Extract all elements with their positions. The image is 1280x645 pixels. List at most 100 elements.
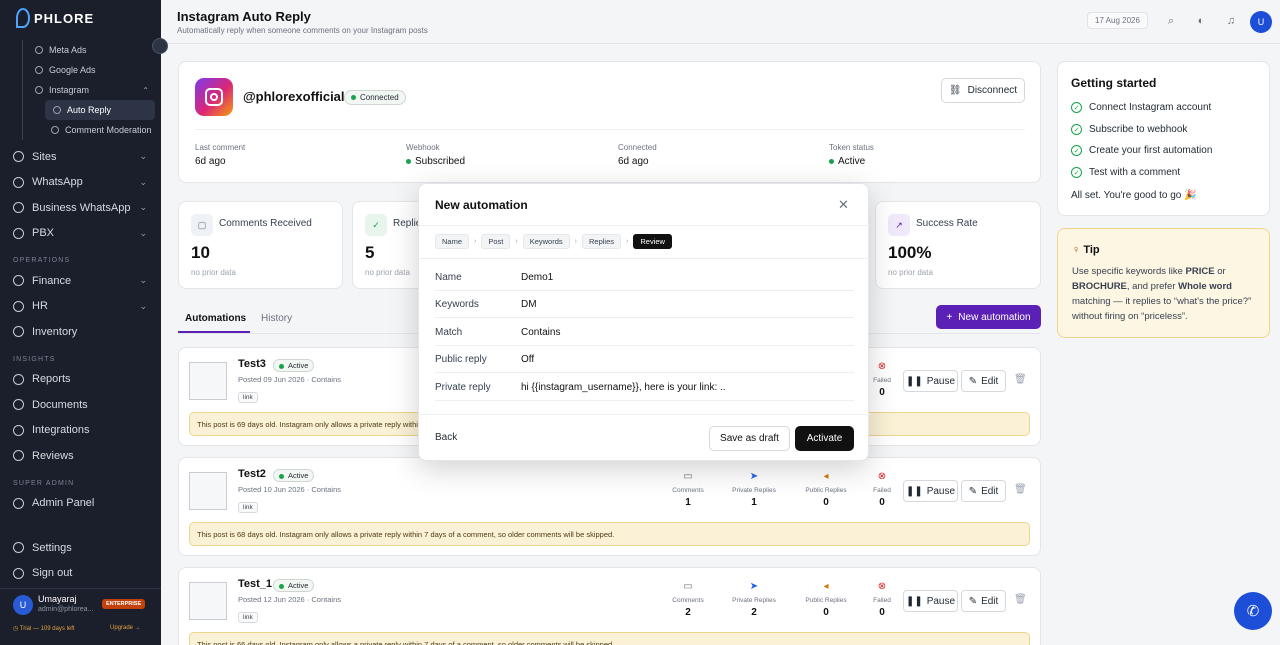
shield-icon [51,126,59,134]
status-badge: Active [273,359,315,372]
pause-button[interactable]: ❚❚ Pause [903,480,958,502]
trash-icon[interactable]: 🗑 [1014,484,1027,495]
avatar[interactable]: U [1250,11,1272,33]
sidebar-item-admin-panel[interactable]: Admin Panel [0,491,161,517]
close-icon[interactable]: ✕ [838,197,849,213]
trend-icon: ↗ [888,214,910,236]
plan-badge: ENTERPRISE [102,599,146,609]
nav-main: Sites ⌄ WhatsApp ⌄ Business WhatsApp ⌄ PBX ⌄… [0,144,161,516]
sidebar-item-comment-moderation[interactable]: Comment Moderation [23,120,155,140]
metric-card-success: ↗ Success Rate 100% no prior data [875,201,1041,289]
post-thumbnail[interactable] [189,472,227,510]
step-review[interactable]: Review [633,234,672,249]
trash-icon[interactable]: 🗑 [1014,374,1027,385]
post-thumbnail[interactable] [189,362,227,400]
sidebar-item-hr[interactable]: HR ⌄ [0,294,161,320]
sidebar-item-integrations[interactable]: Integrations [0,418,161,444]
tip-body: Use specific keywords like PRICE or BROC… [1072,266,1252,322]
step-name[interactable]: Name [435,234,470,249]
stat-label: Last comment [195,143,246,152]
tab-indicator [178,331,250,333]
brand-name: PHLORE [34,10,95,26]
pause-button[interactable]: ❚❚ Pause [903,590,958,612]
edit-button[interactable]: ✎ Edit [961,590,1006,612]
step-replies[interactable]: Replies [582,234,622,249]
search-icon[interactable]: ⌕ [1165,15,1177,27]
save-draft-button[interactable]: Save as draft [709,426,790,451]
checklist-item: ✓ Subscribe to webhook [1071,124,1187,135]
sidebar-item-auto-reply[interactable]: Auto Reply [45,100,155,120]
step-keywords[interactable]: Keywords [522,234,570,249]
activate-button[interactable]: Activate [795,426,854,451]
upgrade-link[interactable]: Upgrade → [110,625,141,631]
pause-button[interactable]: ❚❚ Pause [903,370,958,392]
section-operations: OPERATIONS [13,257,71,264]
posted-info: Posted 10 Jun 2026 · Contains [238,485,341,494]
bell-icon[interactable]: ♫ [1225,15,1237,27]
sidebar-item-google-ads[interactable]: Google Ads [23,60,155,80]
sidebar-item-settings[interactable]: Settings [0,535,161,561]
disconnect-button[interactable]: ⛓ Disconnect [941,78,1025,103]
link-icon [13,424,24,436]
stat-label: Webhook [406,143,440,152]
sidebar-item-business-whatsapp[interactable]: Business WhatsApp ⌄ [0,195,161,221]
moon-icon[interactable]: ◐ [1195,15,1207,27]
date-pill: 17 Aug 2026 [1087,12,1148,29]
status-badge: Connected [344,90,406,105]
chevron-down-icon: ⌄ [139,151,147,162]
meta-icon [35,46,43,54]
posted-info: Posted 12 Jun 2026 · Contains [238,595,341,604]
check-icon: ✓ [1071,102,1082,113]
tab-history[interactable]: History [261,313,292,324]
marketing-submenu: Meta Ads Google Ads Instagram ⌃ Auto Repl… [22,40,155,140]
user-box[interactable]: U Umayaraj admin@phlorea... ENTERPRISE ◷… [0,588,161,645]
user-email: admin@phlorea... [38,606,94,613]
post-link[interactable]: link [238,502,258,513]
sidebar-item-whatsapp[interactable]: WhatsApp ⌄ [0,170,161,196]
sidebar-item-sites[interactable]: Sites ⌄ [0,144,161,170]
brand-logo[interactable]: PHLORE [16,8,94,28]
chevron-down-icon: ⌄ [139,202,147,213]
divider [419,225,870,226]
sidebar-item-documents[interactable]: Documents [0,392,161,418]
trend-icon [13,373,24,385]
topbar: Instagram Auto Reply Automatically reply… [161,0,1280,44]
trash-icon[interactable]: 🗑 [1014,594,1027,605]
sidebar-collapse-button[interactable] [152,38,168,54]
post-link[interactable]: link [238,612,258,623]
sidebar-item-pbx[interactable]: PBX ⌄ [0,221,161,247]
phone-fab-button[interactable]: ✆ [1234,592,1272,630]
post-thumbnail[interactable] [189,582,227,620]
chevron-down-icon: ⌄ [139,300,147,311]
step-post[interactable]: Post [481,234,511,249]
new-automation-button[interactable]: + New automation [936,305,1041,329]
message-icon [53,106,61,114]
all-set-text: All set. You're good to go 🎉 [1071,190,1197,201]
pause-icon: ❚❚ [905,485,923,497]
chevron-down-icon: ⌄ [139,275,147,286]
edit-button[interactable]: ✎ Edit [961,370,1006,392]
section-insights: INSIGHTS [13,355,56,363]
automation-card: Test2 Active Posted 10 Jun 2026 · Contai… [178,457,1041,556]
shield-icon [13,497,24,509]
review-row: Keywords DM [435,291,854,318]
checklist-item: ✓ Create your first automation [1071,145,1212,156]
post-link[interactable]: link [238,392,258,403]
sidebar-item-finance[interactable]: Finance ⌄ [0,268,161,294]
edit-button[interactable]: ✎ Edit [961,480,1006,502]
status-badge: Active [273,469,315,482]
sidebar-item-meta-ads[interactable]: Meta Ads [23,40,155,60]
sidebar-item-sign-out[interactable]: Sign out [0,561,161,587]
account-card: @phlorexofficial Connected ⛓ Disconnect L… [178,61,1041,183]
comment-icon: ▭ [683,471,693,482]
sidebar-item-instagram[interactable]: Instagram ⌃ [23,80,155,100]
sidebar-item-reports[interactable]: Reports [0,367,161,393]
sidebar-item-inventory[interactable]: Inventory [0,319,161,345]
checklist-item: ✓ Connect Instagram account [1071,102,1211,113]
tab-automations[interactable]: Automations [185,313,246,324]
sidebar-item-reviews[interactable]: Reviews [0,443,161,469]
account-handle: @phlorexofficial [243,89,345,104]
logout-icon [13,567,24,579]
back-button[interactable]: Back [435,432,457,443]
review-row: Public reply Off [435,346,854,373]
